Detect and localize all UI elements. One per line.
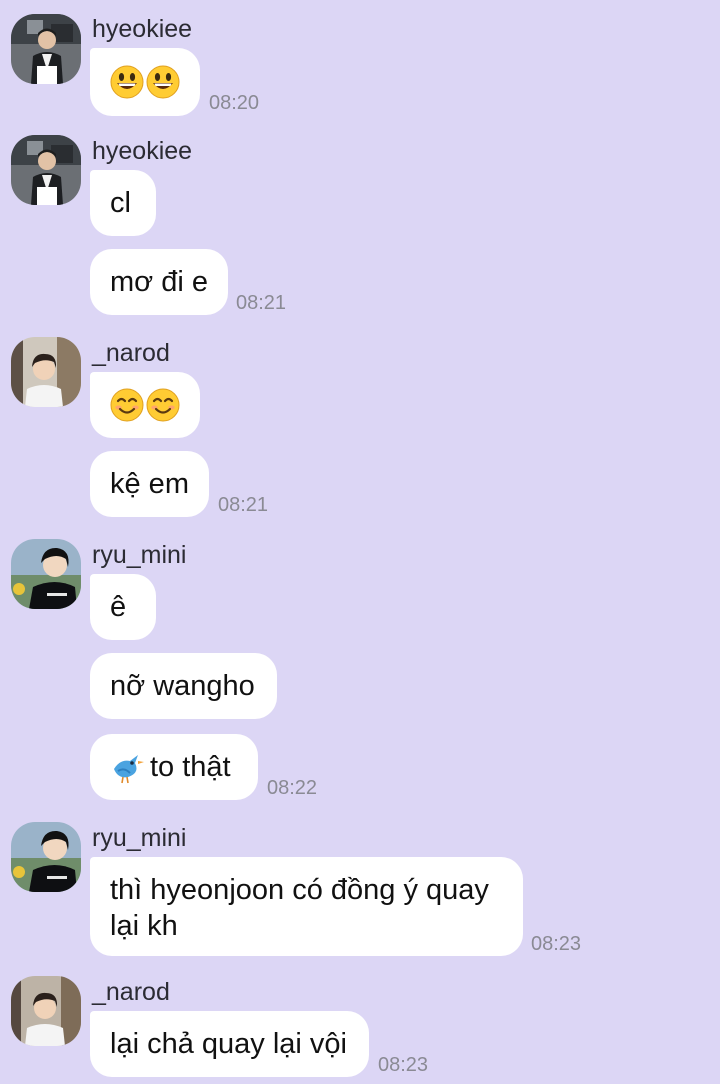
message-bubble[interactable] [90, 372, 200, 438]
avatar-narod[interactable] [11, 337, 81, 407]
avatar-hyeokiee[interactable] [11, 135, 81, 205]
message-timestamp: 08:20 [209, 92, 260, 114]
message-bubble[interactable]: cl [90, 170, 156, 236]
message-bubble[interactable] [90, 48, 200, 116]
grinning-face-icon [110, 65, 144, 99]
smiling-face-icon [146, 388, 180, 422]
sender-name: _narod [92, 339, 170, 367]
avatar-ryu-mini[interactable] [11, 822, 81, 892]
grinning-face-icon [146, 65, 180, 99]
sender-name: _narod [92, 978, 170, 1006]
smiling-face-icon [110, 388, 144, 422]
message-text-line: lại kh [110, 910, 178, 942]
message-bubble[interactable]: mơ đi e [90, 249, 228, 315]
avatar-narod[interactable] [11, 976, 81, 1046]
sender-name: ryu_mini [92, 541, 187, 569]
sender-name: hyeokiee [92, 137, 193, 165]
bird-icon [113, 754, 145, 784]
message-text: to thật [150, 751, 231, 783]
message-bubble[interactable]: ê [90, 574, 156, 640]
message-timestamp: 08:21 [236, 292, 287, 314]
message-text: lại chả quay lại vội [110, 1028, 347, 1060]
message-bubble[interactable]: lại chả quay lại vội [90, 1011, 369, 1077]
sender-name: ryu_mini [92, 824, 187, 852]
message-text: cl [110, 187, 131, 219]
message-bubble[interactable]: thì hyeonjoon có đồng ý quay lại kh [90, 857, 523, 956]
avatar-hyeokiee[interactable] [11, 14, 81, 84]
message-bubble[interactable]: to thật [90, 734, 258, 800]
message-bubble[interactable]: kệ em [90, 451, 209, 517]
message-timestamp: 08:22 [267, 777, 318, 799]
message-bubble[interactable]: nỡ wangho [90, 653, 277, 719]
message-timestamp: 08:23 [378, 1054, 429, 1076]
sender-name: hyeokiee [92, 15, 193, 43]
message-text: mơ đi e [110, 266, 208, 298]
message-timestamp: 08:21 [218, 494, 269, 516]
message-text-line: thì hyeonjoon có đồng ý quay [110, 874, 489, 906]
message-text: ê [110, 591, 127, 623]
message-text: nỡ wangho [110, 670, 255, 702]
message-timestamp: 08:23 [531, 933, 582, 955]
chat-screen: hyeokiee 08:20 hyeokiee cl mơ đi e 08:21 [0, 0, 720, 1084]
avatar-ryu-mini[interactable] [11, 539, 81, 609]
message-text: kệ em [110, 468, 189, 500]
